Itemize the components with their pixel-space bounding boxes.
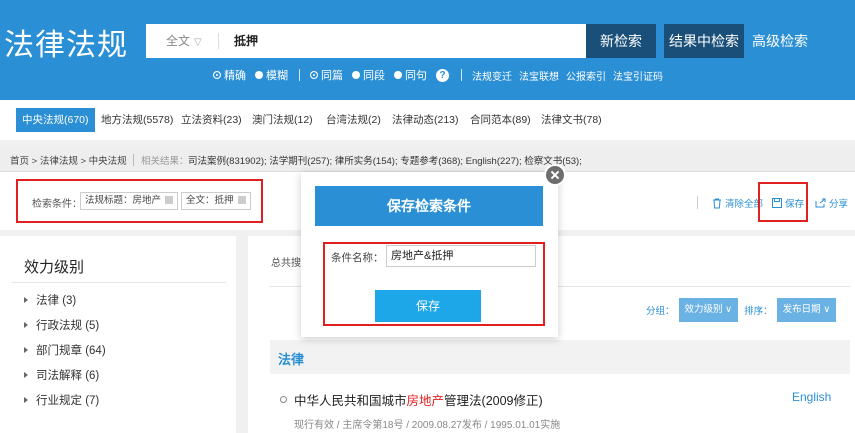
radio-icon bbox=[394, 71, 402, 79]
sidebar-item-dept-rules[interactable]: 部门规章 (64) bbox=[24, 342, 106, 358]
keyword-highlight: 房地产 bbox=[406, 394, 445, 408]
group-label: 分组： bbox=[646, 306, 675, 317]
search-options: 精确 模糊 同篇 同段 同句 ? 法规变迁 法宝联想 公报索引 法宝引证码 bbox=[213, 67, 670, 83]
breadcrumb: 首页 > 法律法规 > 中央法规 相关结果： 司法案例(831902); 法学期… bbox=[0, 148, 855, 172]
tool-link[interactable]: 法规变迁 bbox=[472, 68, 512, 83]
help-icon[interactable]: ? bbox=[436, 68, 449, 82]
condition-chip-fulltext[interactable]: 全文：抵押 bbox=[181, 192, 251, 210]
sidebar-item-admin-regulations[interactable]: 行政法规 (5) bbox=[24, 317, 99, 333]
action-divider bbox=[697, 196, 698, 209]
english-link[interactable]: English bbox=[792, 390, 831, 404]
conditions-highlight: 检索条件： 法规标题：房地产 全文：抵押 bbox=[16, 179, 263, 223]
tool-link[interactable]: 公报索引 bbox=[566, 68, 606, 83]
sort-select[interactable]: 发布日期 ∨ bbox=[776, 298, 837, 322]
condition-chip-title[interactable]: 法规标题：房地产 bbox=[80, 192, 179, 210]
conditions-label: 检索条件： bbox=[32, 199, 82, 210]
share-icon bbox=[815, 198, 826, 208]
new-search-button[interactable]: 新检索 bbox=[586, 24, 656, 58]
tab-legal-documents[interactable]: 法律文书(78) bbox=[541, 108, 602, 132]
chevron-down-icon: ∨ bbox=[823, 304, 831, 315]
search-input[interactable]: 抵押 bbox=[234, 24, 258, 58]
caret-right-icon bbox=[24, 322, 28, 328]
dialog-save-button[interactable]: 保存 bbox=[375, 290, 481, 322]
sidebar-item-law[interactable]: 法律 (3) bbox=[24, 292, 76, 308]
tab-macau-laws[interactable]: 澳门法规(12) bbox=[252, 108, 313, 132]
remove-icon[interactable] bbox=[165, 196, 174, 204]
dialog-title: 保存检索条件 bbox=[315, 186, 543, 226]
radio-icon bbox=[352, 71, 360, 79]
tab-taiwan-laws[interactable]: 台湾法规(2) bbox=[326, 108, 381, 132]
caret-right-icon bbox=[24, 372, 28, 378]
close-icon[interactable] bbox=[544, 164, 566, 186]
save-highlight bbox=[758, 182, 808, 222]
related-label: 相关结果： bbox=[141, 156, 189, 167]
scope-label: 全文 bbox=[166, 34, 191, 48]
search-within-button[interactable]: 结果中检索 bbox=[664, 24, 744, 58]
option-same-paragraph[interactable]: 同段 bbox=[352, 67, 385, 83]
option-fuzzy[interactable]: 模糊 bbox=[255, 67, 288, 83]
trash-icon bbox=[713, 198, 721, 208]
option-divider bbox=[299, 69, 300, 81]
chevron-down-icon: ▽ bbox=[194, 37, 202, 48]
option-same-sentence[interactable]: 同句 bbox=[394, 67, 427, 83]
tab-legal-news[interactable]: 法律动态(213) bbox=[392, 108, 459, 132]
sidebar-item-industry-rules[interactable]: 行业规定 (7) bbox=[24, 392, 99, 408]
result-meta: 现行有效 / 主席令第18号 / 2009.08.27发布 / 1995.01.… bbox=[294, 420, 561, 431]
tab-contract-templates[interactable]: 合同范本(89) bbox=[470, 108, 531, 132]
radio-checked-icon bbox=[213, 71, 221, 79]
tab-central-laws[interactable]: 中央法规(670) bbox=[16, 108, 95, 132]
bullet-icon bbox=[280, 396, 287, 403]
scope-divider bbox=[218, 33, 219, 49]
condition-name-label: 条件名称： bbox=[331, 252, 384, 264]
category-title: 法律 bbox=[278, 352, 305, 367]
sidebar-title: 效力级别 bbox=[24, 259, 85, 276]
save-conditions-dialog: 保存检索条件 条件名称： 房地产&抵押 保存 bbox=[301, 172, 558, 337]
radio-checked-icon bbox=[310, 71, 318, 79]
chevron-down-icon: ∨ bbox=[725, 304, 733, 315]
related-results[interactable]: 司法案例(831902); 法学期刊(257); 律所实务(154); 专题参考… bbox=[188, 153, 582, 167]
search-bar: 全文 ▽ 抵押 bbox=[146, 24, 586, 58]
option-exact[interactable]: 精确 bbox=[213, 67, 246, 83]
sort-controls: 分组： 效力级别 ∨ 排序： 发布日期 ∨ bbox=[646, 298, 842, 322]
group-select[interactable]: 效力级别 ∨ bbox=[678, 298, 739, 322]
scope-dropdown[interactable]: 全文 ▽ bbox=[166, 24, 202, 60]
sort-label: 排序： bbox=[744, 306, 773, 317]
clear-all-button[interactable]: 清除全部 bbox=[712, 196, 763, 210]
result-title-link[interactable]: 中华人民共和国城市房地产管理法(2009修正) bbox=[294, 390, 543, 409]
total-count: 总共搜 bbox=[271, 258, 301, 269]
tool-link[interactable]: 法宝联想 bbox=[519, 68, 559, 83]
remove-icon[interactable] bbox=[237, 196, 246, 204]
breadcrumb-divider bbox=[133, 154, 134, 166]
advanced-search-link[interactable]: 高级检索 bbox=[752, 24, 808, 58]
caret-right-icon bbox=[24, 347, 28, 353]
category-band: 法律 bbox=[270, 340, 850, 374]
filter-sidebar: 效力级别 法律 (3) 行政法规 (5) 部门规章 (64) 司法解释 (6) … bbox=[0, 236, 236, 433]
sidebar-item-judicial-interpretations[interactable]: 司法解释 (6) bbox=[24, 367, 99, 383]
option-divider bbox=[461, 69, 462, 81]
app-logo[interactable]: 法律法规 bbox=[4, 20, 128, 64]
breadcrumb-path[interactable]: 首页 > 法律法规 > 中央法规 bbox=[10, 153, 127, 167]
caret-right-icon bbox=[24, 397, 28, 403]
tab-legislative-materials[interactable]: 立法资料(23) bbox=[181, 108, 242, 132]
tab-local-laws[interactable]: 地方法规(5578) bbox=[101, 108, 173, 132]
sidebar-divider bbox=[12, 282, 226, 283]
condition-name-input[interactable]: 房地产&抵押 bbox=[386, 245, 536, 267]
share-button[interactable]: 分享 bbox=[815, 196, 848, 210]
caret-right-icon bbox=[24, 297, 28, 303]
radio-icon bbox=[255, 71, 263, 79]
tool-link[interactable]: 法宝引证码 bbox=[613, 68, 663, 83]
category-tabs: 中央法规(670) 地方法规(5578) 立法资料(23) 澳门法规(12) 台… bbox=[0, 100, 855, 140]
header: 法律法规 全文 ▽ 抵押 新检索 结果中检索 高级检索 精确 模糊 同篇 同段 同… bbox=[0, 0, 855, 100]
option-same-article[interactable]: 同篇 bbox=[310, 67, 343, 83]
